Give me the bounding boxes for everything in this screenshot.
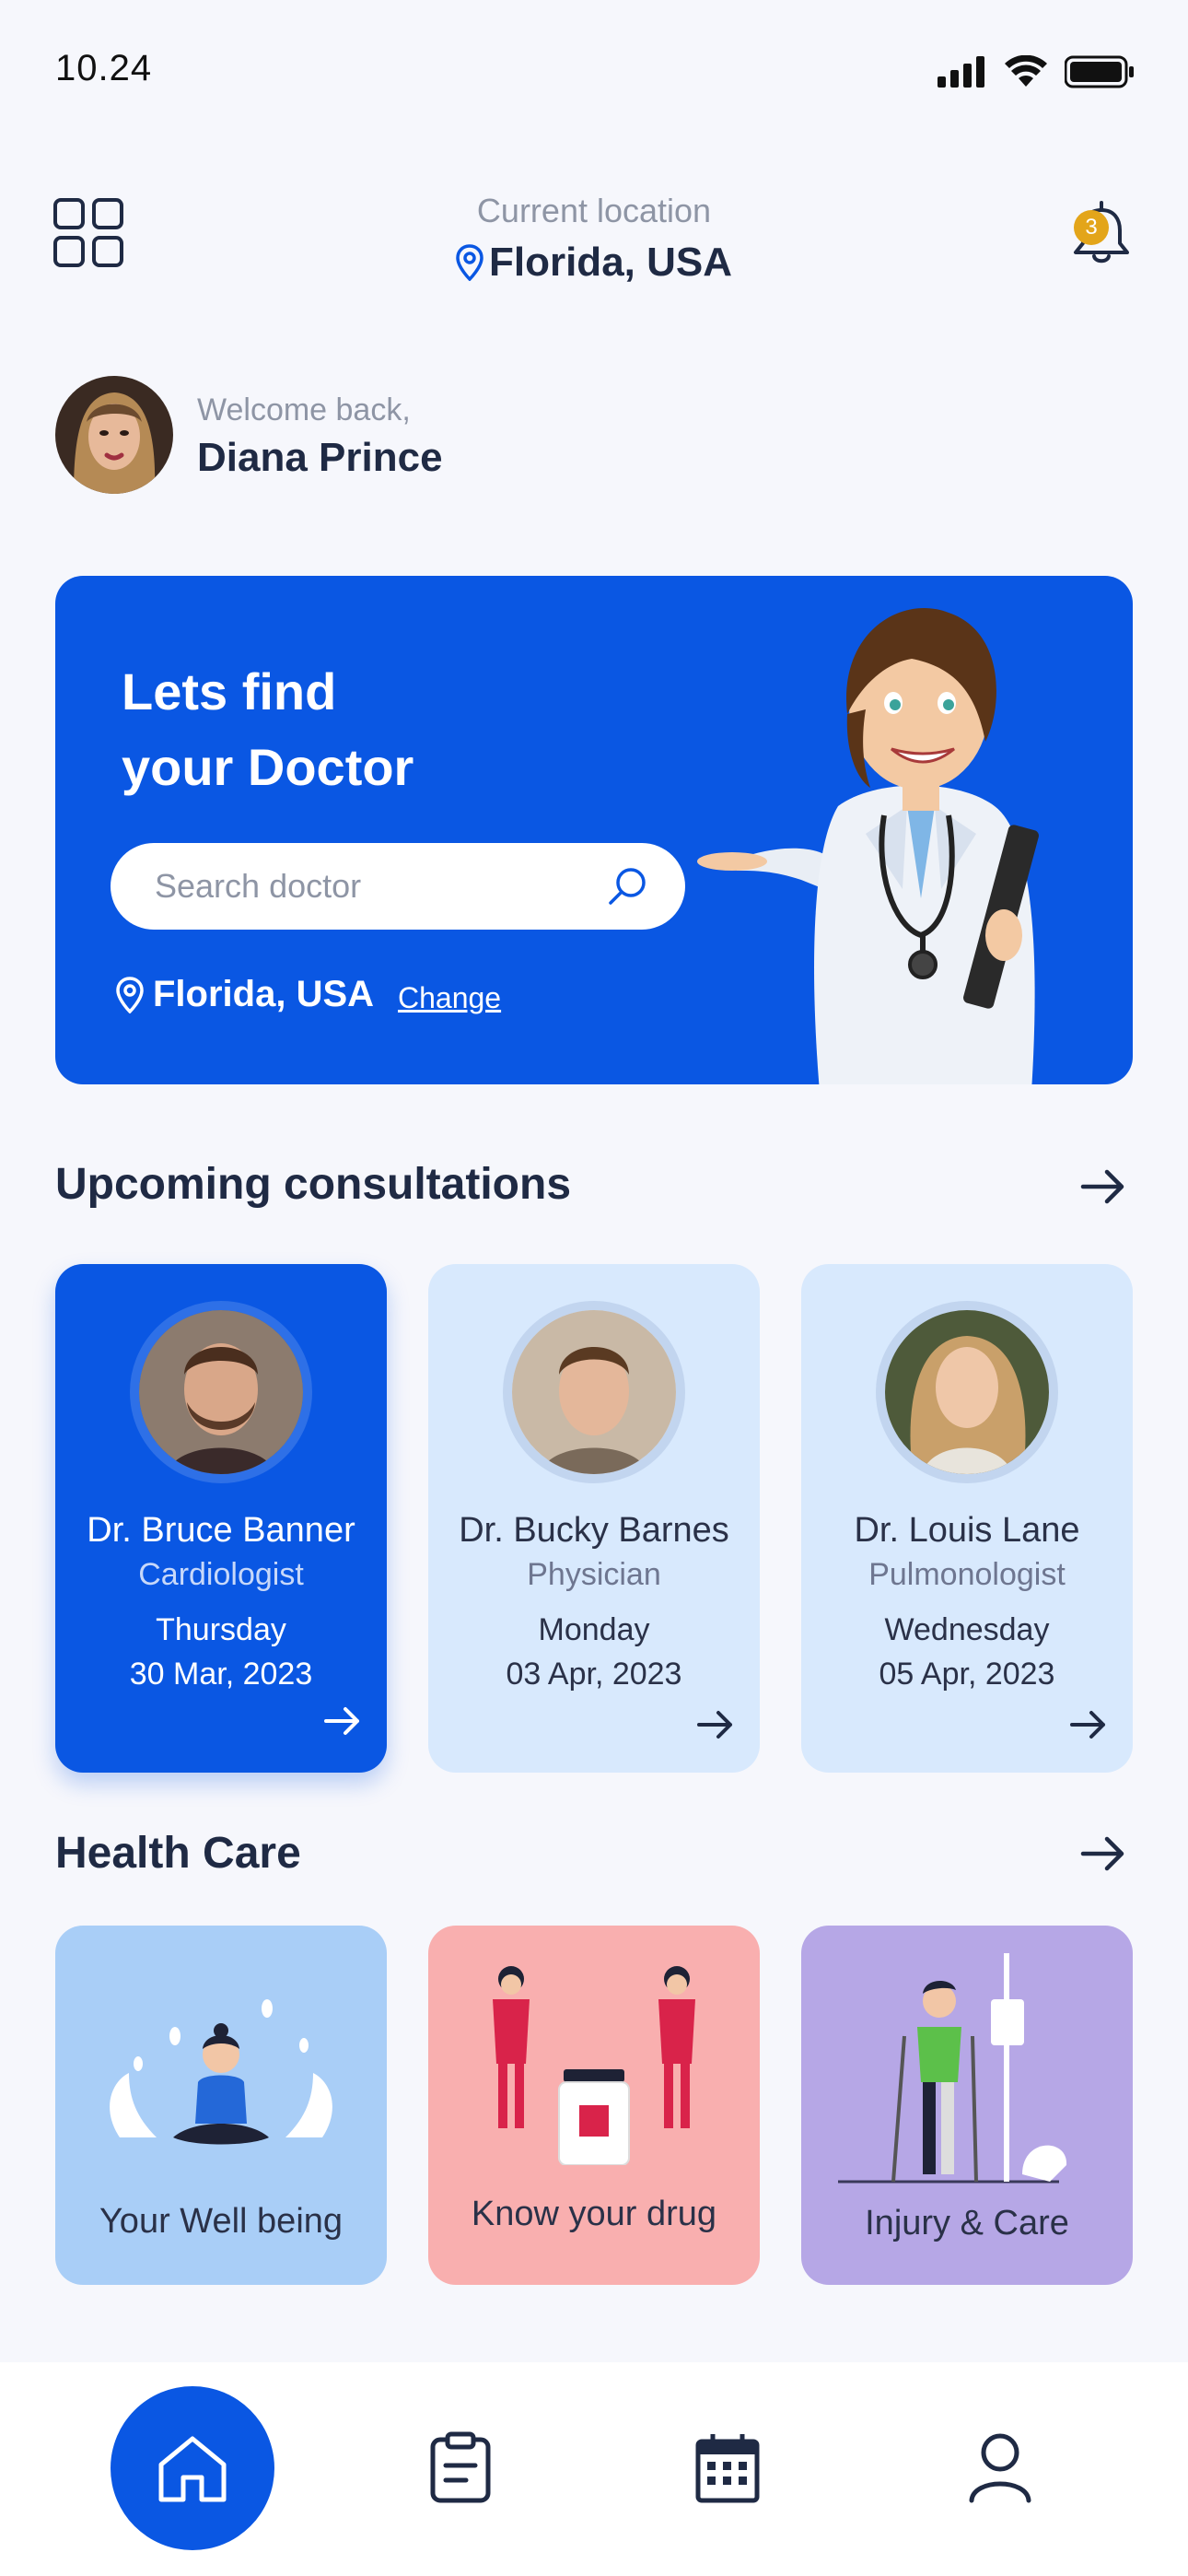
doctor-specialty: Physician	[527, 1557, 661, 1592]
wellbeing-tile[interactable]: Your Well being	[55, 1926, 387, 2285]
pharmacy-illustration	[493, 1966, 695, 2165]
consultation-day: Wednesday	[884, 1612, 1050, 1647]
tile-label: Know your drug	[471, 2195, 717, 2233]
consultation-card[interactable]: Dr. Bucky Barnes Physician Monday 03 Apr…	[428, 1264, 760, 1773]
battery-icon	[1065, 55, 1134, 88]
tile-label: Your Well being	[99, 2202, 344, 2241]
consultation-date: 30 Mar, 2023	[129, 1657, 313, 1692]
hero-location: Florida, USA	[116, 974, 374, 1015]
tile-label: Injury & Care	[865, 2204, 1069, 2242]
change-location-link[interactable]: Change	[398, 981, 501, 1015]
user-name: Diana Prince	[197, 435, 443, 480]
hero-title: Lets find your Doctor	[122, 654, 413, 805]
doctor-name: Dr. Bucky Barnes	[459, 1511, 729, 1550]
doctor-illustration	[697, 607, 1039, 1084]
consultation-day: Monday	[538, 1612, 650, 1647]
doctor-name: Dr. Bruce Banner	[87, 1511, 355, 1550]
health-care-title: Health Care	[55, 1829, 301, 1878]
location-value: Florida, USA	[488, 240, 733, 285]
calendar-icon	[695, 2434, 760, 2503]
search-icon[interactable]	[606, 865, 648, 907]
health-care-see-all-button[interactable]	[1077, 1828, 1129, 1879]
doctor-avatar	[130, 1301, 312, 1483]
hero-location-text: Florida, USA	[153, 974, 375, 1014]
location-label: Current location	[476, 192, 712, 229]
consultation-card[interactable]: Dr. Bruce Banner Cardiologist Thursday 3…	[55, 1264, 387, 1773]
user-icon	[969, 2433, 1031, 2503]
arrow-right-icon	[1080, 1169, 1124, 1204]
nav-home-button[interactable]	[111, 2386, 274, 2550]
consultations-see-all-button[interactable]	[1077, 1161, 1129, 1212]
doctor-specialty: Pulmonologist	[868, 1557, 1066, 1592]
notification-badge: 3	[1074, 210, 1109, 245]
nav-profile-button[interactable]	[963, 2430, 1037, 2504]
status-time: 10.24	[55, 48, 153, 88]
consultation-date: 05 Apr, 2023	[879, 1657, 1055, 1692]
nav-records-button[interactable]	[424, 2430, 497, 2504]
user-avatar[interactable]	[55, 376, 173, 494]
doctor-photo	[885, 1310, 1049, 1474]
arrow-right-icon	[324, 1707, 359, 1735]
doctor-avatar	[503, 1301, 685, 1483]
location-pin-icon	[456, 244, 483, 281]
injury-illustration	[838, 1953, 1067, 2184]
doctor-avatar	[876, 1301, 1058, 1483]
doctor-photo	[512, 1310, 676, 1474]
find-doctor-banner: Lets find your Doctor Florida, USA Chang…	[55, 576, 1133, 1084]
search-doctor-input[interactable]	[155, 867, 606, 906]
consultation-card[interactable]: Dr. Louis Lane Pulmonologist Wednesday 0…	[801, 1264, 1133, 1773]
current-location[interactable]: Current location Florida, USA	[0, 192, 1188, 286]
user-avatar-image	[55, 376, 173, 494]
wifi-icon	[1005, 55, 1047, 87]
consultation-day: Thursday	[156, 1612, 286, 1647]
doctor-name: Dr. Louis Lane	[854, 1511, 1080, 1550]
bottom-navigation	[0, 2362, 1188, 2576]
search-bar[interactable]	[111, 843, 685, 930]
arrow-right-icon	[1070, 1711, 1105, 1739]
hero-title-line1: Lets find	[122, 662, 337, 720]
notifications-button[interactable]: 3	[1068, 195, 1133, 269]
arrow-right-icon	[697, 1711, 732, 1739]
welcome-subtitle: Welcome back,	[197, 392, 411, 427]
injury-care-tile[interactable]: Injury & Care	[801, 1926, 1133, 2285]
doctor-photo	[139, 1310, 303, 1474]
location-value-row: Florida, USA	[0, 240, 1188, 286]
location-pin-icon	[116, 976, 144, 1013]
nav-calendar-button[interactable]	[691, 2430, 764, 2504]
clipboard-icon	[430, 2431, 491, 2503]
home-icon	[158, 2436, 227, 2502]
signal-icon	[938, 56, 984, 88]
meditation-illustration	[110, 1999, 332, 2145]
drug-info-tile[interactable]: Know your drug	[428, 1926, 760, 2285]
consultations-title: Upcoming consultations	[55, 1160, 572, 1209]
hero-title-line2: your Doctor	[122, 738, 414, 796]
status-icons	[938, 55, 1135, 88]
doctor-specialty: Cardiologist	[138, 1557, 304, 1592]
consultation-date: 03 Apr, 2023	[506, 1657, 682, 1692]
arrow-right-icon	[1080, 1836, 1124, 1871]
